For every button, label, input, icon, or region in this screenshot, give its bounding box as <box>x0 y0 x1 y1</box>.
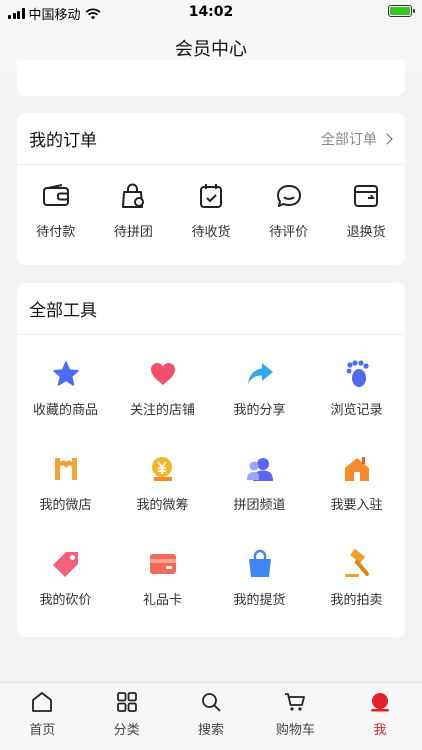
tool-my-bargain[interactable]: 我的砍价 <box>17 549 114 608</box>
gift-card-icon <box>149 554 176 574</box>
tools-title: 全部工具 <box>29 301 97 321</box>
tab-bar: 首页 分类 搜索 购物车 我 <box>0 682 422 750</box>
cart-icon <box>285 693 306 711</box>
star-icon <box>52 361 79 386</box>
tool-merchant-join[interactable]: 我要入驻 <box>308 454 405 513</box>
order-returns[interactable]: 退换货 <box>331 183 401 240</box>
grid-icon <box>116 692 137 712</box>
tool-favorites[interactable]: 收藏的商品 <box>17 359 114 418</box>
order-pending-group[interactable]: 待拼团 <box>98 183 168 240</box>
group-people-icon <box>246 458 273 481</box>
member-info-card <box>17 60 405 96</box>
yuan-coin-icon <box>151 457 172 481</box>
tool-followed-shops[interactable]: 关注的店铺 <box>114 359 211 418</box>
tab-cart[interactable]: 购物车 <box>253 683 337 750</box>
tools-header: 全部工具 <box>17 283 405 335</box>
tool-my-microshop[interactable]: 我的微店 <box>17 454 114 513</box>
order-pending-receipt[interactable]: 待收货 <box>176 183 246 240</box>
profile-icon <box>370 693 389 712</box>
orders-card: 我的订单 全部订单 待付款 待拼团 待收货 待评价 退换货 <box>17 113 405 265</box>
order-pending-review[interactable]: 待评价 <box>254 183 324 240</box>
shopping-bag-icon <box>248 549 271 577</box>
orders-header: 我的订单 全部订单 <box>17 113 405 165</box>
all-orders-label: 全部订单 <box>321 131 377 148</box>
tool-gift-card[interactable]: 礼品卡 <box>114 549 211 608</box>
tool-my-pickup[interactable]: 我的提货 <box>211 549 308 608</box>
comment-icon <box>276 185 301 207</box>
gavel-icon <box>344 549 369 577</box>
tool-group-channel[interactable]: 拼团频道 <box>211 454 308 513</box>
status-bar: 中国移动 14:02 <box>0 0 422 24</box>
orders-title: 我的订单 <box>29 131 97 151</box>
heart-icon <box>150 363 175 385</box>
tab-search[interactable]: 搜索 <box>169 683 253 750</box>
search-icon <box>202 693 221 712</box>
return-icon <box>354 185 379 207</box>
status-time: 14:02 <box>188 4 234 20</box>
group-bag-icon <box>122 183 145 208</box>
tool-my-crowdfunding[interactable]: 我的微筹 <box>114 454 211 513</box>
tab-category[interactable]: 分类 <box>84 683 168 750</box>
tag-icon <box>52 552 78 577</box>
order-pending-payment[interactable]: 待付款 <box>21 183 91 240</box>
tools-card: 全部工具 收藏的商品 关注的店铺 我的分享 浏览记录 我的微店 我的微筹 拼团频… <box>17 283 405 637</box>
house-icon <box>344 457 369 481</box>
tab-home[interactable]: 首页 <box>0 683 84 750</box>
home-icon <box>32 692 53 712</box>
tool-my-shares[interactable]: 我的分享 <box>211 359 308 418</box>
tab-profile[interactable]: 我 <box>338 683 422 750</box>
calendar-check-icon <box>199 184 222 208</box>
battery-icon <box>388 5 415 17</box>
share-arrow-icon <box>247 363 273 384</box>
tool-my-auction[interactable]: 我的拍卖 <box>308 549 405 608</box>
footprint-icon <box>346 360 369 387</box>
chevron-right-icon <box>381 132 393 145</box>
tool-browse-history[interactable]: 浏览记录 <box>308 359 405 418</box>
wallet-icon <box>42 184 69 206</box>
all-orders-link[interactable]: 全部订单 <box>321 129 393 149</box>
shop-icon <box>54 458 77 480</box>
page-title: 会员中心 <box>175 39 247 60</box>
